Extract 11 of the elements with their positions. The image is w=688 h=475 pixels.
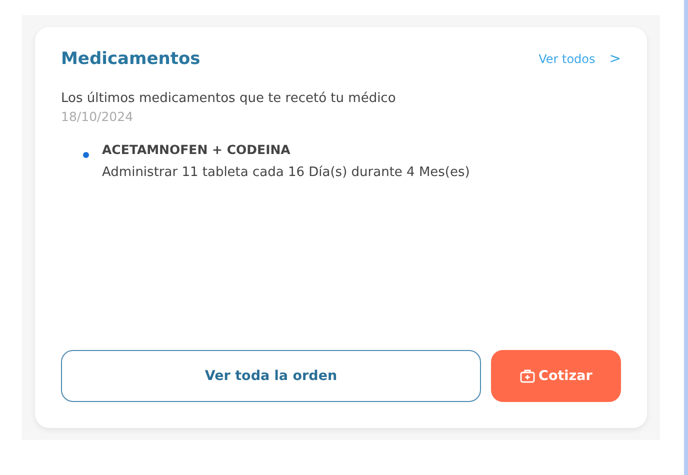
see-all-link[interactable]: Ver todos >: [538, 51, 621, 67]
medication-instructions: Administrar 11 tableta cada 16 Día(s) durante 4 Mes(es): [102, 165, 470, 180]
bullet-icon: [83, 152, 89, 158]
quote-button[interactable]: Cotizar: [491, 350, 621, 402]
view-order-button[interactable]: Ver toda la orden: [61, 350, 481, 402]
scrollbar[interactable]: [684, 0, 688, 475]
prescription-date: 18/10/2024: [61, 109, 134, 124]
intro-text: Los últimos medicamentos que te recetó tu médico: [61, 91, 397, 106]
card-title: Medicamentos: [61, 49, 200, 69]
medication-name: ACETAMNOFEN + CODEINA: [102, 142, 292, 157]
first-aid-kit-icon: [520, 369, 535, 383]
